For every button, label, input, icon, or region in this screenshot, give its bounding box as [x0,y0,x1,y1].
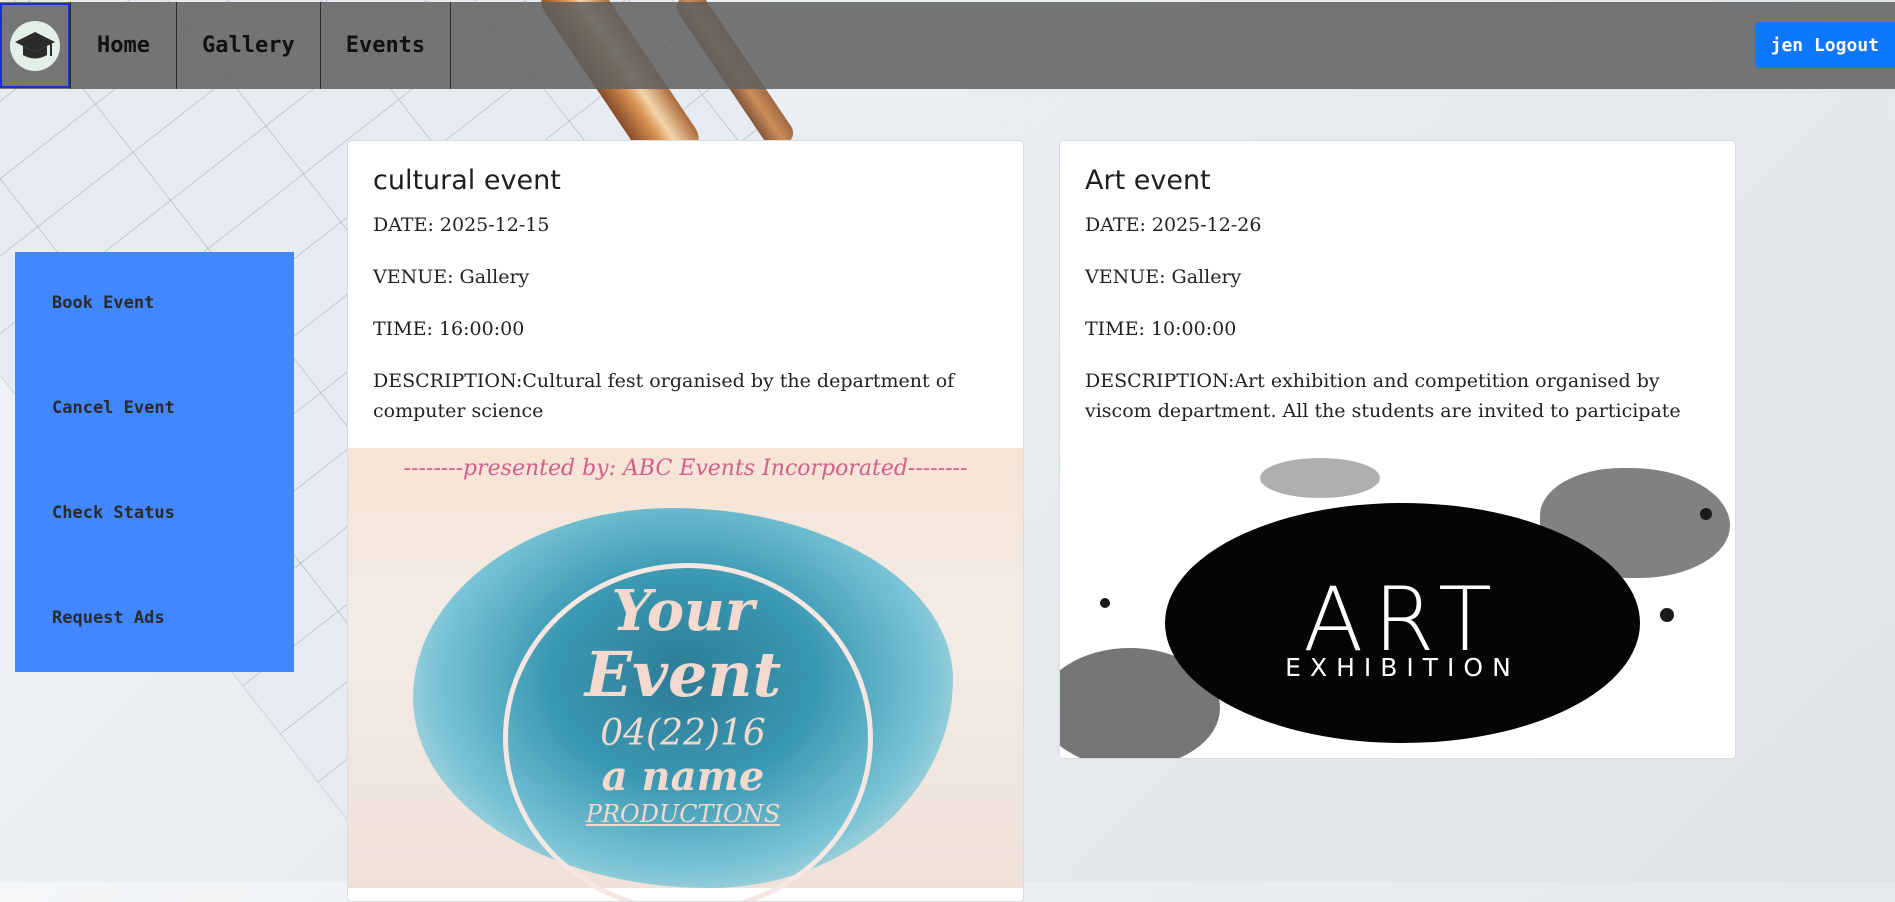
sidebar-menu: Book Event Cancel Event Check Status Req… [15,252,294,672]
poster-text-your: Your [611,578,755,644]
poster-ink-dot [1100,598,1110,608]
event-venue: VENUE: Gallery [1085,266,1242,288]
top-navbar: Home Gallery Events jen Logout [0,2,1895,89]
nav-gallery[interactable]: Gallery [177,2,321,89]
event-time: TIME: 10:00:00 [1085,318,1237,340]
event-date: DATE: 2025-12-26 [1085,214,1262,236]
poster-text-date: 04(22)16 [600,713,766,754]
sidebar-item-request-ads[interactable]: Request Ads [52,608,165,628]
event-poster-image: --------presented by: ABC Events Incorpo… [348,448,1023,901]
sidebar-item-book-event[interactable]: Book Event [52,293,154,313]
sidebar-item-cancel-event[interactable]: Cancel Event [52,398,175,418]
event-poster-image: ART EXHIBITION [1060,448,1735,758]
poster-ink-splatter [1260,458,1380,498]
nav-home[interactable]: Home [70,2,177,89]
poster-presenter-text: --------presented by: ABC Events Incorpo… [403,456,968,481]
event-time: TIME: 16:00:00 [373,318,525,340]
poster-text-productions: PRODUCTIONS [585,800,781,828]
event-card: Art event DATE: 2025-12-26 VENUE: Galler… [1059,140,1736,759]
event-description: DESCRIPTION:Art exhibition and competiti… [1085,370,1681,422]
logout-button[interactable]: jen Logout [1754,22,1895,68]
sidebar-item-check-status[interactable]: Check Status [52,503,175,523]
event-card: cultural event DATE: 2025-12-15 VENUE: G… [347,140,1024,902]
poster-text-event: Event [584,638,782,711]
event-venue: VENUE: Gallery [373,266,530,288]
event-date: DATE: 2025-12-15 [373,214,550,236]
event-description: DESCRIPTION:Cultural fest organised by t… [373,370,955,422]
poster-ink-dot [1660,608,1674,622]
poster-exhibition-word: EXHIBITION [1285,653,1520,682]
poster-ink-dot [1700,508,1712,520]
event-title: Art event [1085,165,1211,196]
nav-events[interactable]: Events [321,2,452,89]
poster-text-name: a name [601,753,765,800]
event-title: cultural event [373,165,561,196]
graduation-cap-icon [10,20,60,71]
logo-link[interactable] [0,3,70,88]
